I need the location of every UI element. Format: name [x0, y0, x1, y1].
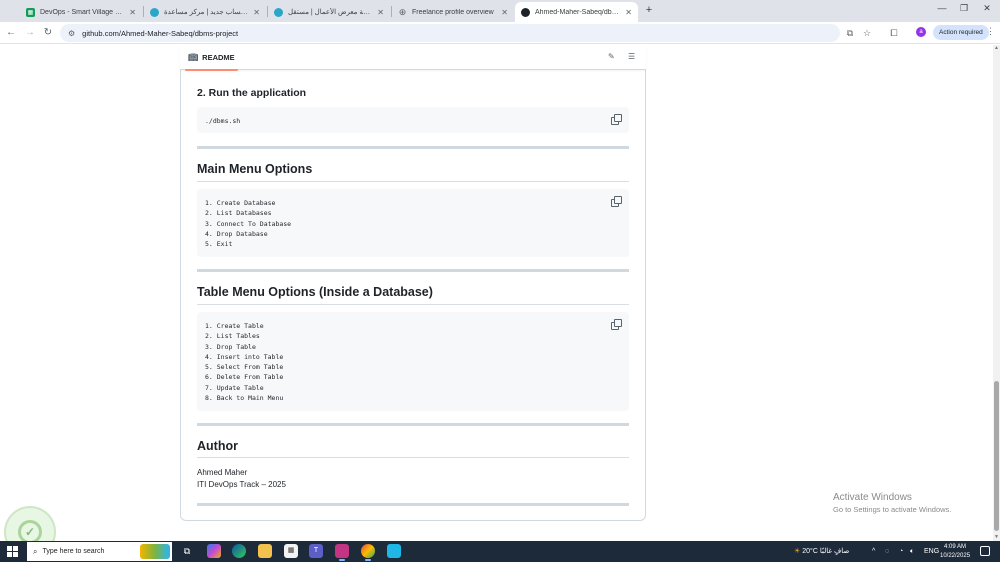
- sheets-icon: ▦: [26, 7, 35, 17]
- bookmark-star-icon[interactable]: ☆: [860, 26, 874, 40]
- search-highlight-image: [140, 544, 170, 559]
- copilot-icon[interactable]: [207, 544, 221, 558]
- scroll-down-arrow-icon[interactable]: ▼: [993, 534, 1000, 541]
- author-name: Ahmed Maher: [197, 468, 248, 477]
- readme-tab[interactable]: 📖︎ README: [185, 45, 238, 71]
- search-icon: ⌕: [33, 546, 38, 556]
- url-text: github.com/Ahmed-Maher-Sabeq/dbms-projec…: [82, 28, 239, 38]
- activate-windows-watermark: Activate Windows Go to Settings to activ…: [833, 492, 952, 514]
- heading-rule: [197, 457, 629, 458]
- language-indicator[interactable]: ENG: [924, 541, 939, 562]
- file-explorer-icon[interactable]: [258, 544, 272, 558]
- edit-pencil-icon[interactable]: ✎: [608, 52, 615, 61]
- teams-icon[interactable]: T: [309, 544, 323, 558]
- scroll-up-arrow-icon[interactable]: ▲: [993, 45, 1000, 52]
- copy-icon[interactable]: [611, 319, 622, 330]
- main-menu-heading: Main Menu Options: [197, 162, 313, 176]
- close-tab-icon[interactable]: ✕: [501, 8, 508, 17]
- table-menu-code: 1. Create Table 2. List Tables 3. Drop T…: [205, 322, 284, 403]
- windows-start-icon[interactable]: [7, 546, 18, 557]
- author-heading: Author: [197, 439, 238, 453]
- main-menu-code-block: 1. Create Database 2. List Databases 3. …: [197, 189, 629, 257]
- heading-rule: [197, 181, 629, 182]
- main-menu-code: 1. Create Database 2. List Databases 3. …: [205, 199, 292, 249]
- tab-mostaql-help[interactable]: إنشاء حساب جديد | مركز مساعدة ✕: [144, 2, 266, 22]
- tab-devops-sheet[interactable]: ▦ DevOps - Smart Village R1-G1 ✕: [20, 2, 142, 22]
- table-menu-heading: Table Menu Options (Inside a Database): [197, 285, 433, 299]
- tab-github-dbms[interactable]: Ahmed-Maher-Sabeq/dbms-p ✕: [515, 2, 638, 22]
- section-divider: [197, 423, 629, 426]
- app-icon[interactable]: [335, 544, 349, 561]
- extensions-icon[interactable]: ⧠: [887, 26, 901, 40]
- copy-icon[interactable]: [611, 114, 622, 125]
- restore-icon[interactable]: ❐: [957, 3, 971, 14]
- section-divider: [197, 146, 629, 149]
- browser-toolbar: ← → ↻ ⚙ github.com/Ahmed-Maher-Sabeq/dbm…: [0, 22, 1000, 44]
- network-icon[interactable]: ◔: [899, 541, 903, 562]
- edge-icon[interactable]: [232, 544, 246, 558]
- close-tab-icon[interactable]: ✕: [253, 8, 260, 17]
- tray-sync-icon[interactable]: ◌: [885, 541, 889, 562]
- table-menu-code-block: 1. Create Table 2. List Tables 3. Drop T…: [197, 312, 629, 411]
- store-icon[interactable]: ▦: [284, 544, 298, 558]
- taskbar-search-box[interactable]: ⌕ Type here to search: [27, 542, 172, 561]
- notification-icon[interactable]: [980, 546, 990, 556]
- page-scrollbar[interactable]: ▲ ▼: [993, 45, 1000, 541]
- readme-header: 📖︎ README ✎ ☰: [180, 45, 646, 71]
- tab-freelance-profile[interactable]: ⊕ Freelance profile overview ✕: [392, 2, 514, 22]
- close-tab-icon[interactable]: ✕: [129, 8, 136, 17]
- weather-widget[interactable]: ☀ 20°C صافٍ غالبًا: [794, 541, 849, 562]
- reload-icon[interactable]: ↻: [41, 26, 55, 40]
- more-menu-icon[interactable]: ⋮: [986, 26, 995, 37]
- tab-strip: ▦ DevOps - Smart Village R1-G1 ✕ إنشاء ح…: [0, 0, 1000, 22]
- chrome-icon[interactable]: [361, 544, 375, 561]
- site-info-icon[interactable]: ⚙: [68, 29, 75, 38]
- new-tab-button[interactable]: +: [642, 3, 656, 17]
- messenger-icon[interactable]: [387, 544, 401, 558]
- author-track: ITI DevOps Track – 2025: [197, 480, 286, 489]
- forward-icon[interactable]: →: [23, 26, 37, 40]
- globe-icon: ⊕: [398, 6, 407, 17]
- close-window-icon[interactable]: ✕: [980, 3, 994, 14]
- system-clock[interactable]: 4:09 AM 10/22/2025: [940, 543, 970, 560]
- close-tab-icon[interactable]: ✕: [625, 8, 632, 17]
- mostaql-icon: [150, 7, 159, 17]
- back-icon[interactable]: ←: [4, 26, 18, 40]
- minimize-icon[interactable]: —: [935, 3, 949, 13]
- mostaql-icon: [274, 7, 283, 17]
- action-required-button[interactable]: Action required: [933, 25, 989, 40]
- install-app-icon[interactable]: ⧉: [843, 26, 857, 40]
- run-code-block: ./dbms.sh: [197, 107, 629, 133]
- page-content: 📖︎ README ✎ ☰ 2. Run the application ./d…: [0, 45, 993, 541]
- profile-avatar[interactable]: a: [916, 27, 926, 37]
- weather-icon: ☀: [794, 548, 801, 555]
- tray-chevron-icon[interactable]: ^: [872, 541, 875, 562]
- volume-icon[interactable]: 🔈︎: [910, 541, 914, 562]
- section-divider: [197, 269, 629, 272]
- tab-mostaql-portfolio[interactable]: إضافة معرض الأعمال | مستقل ✕: [268, 2, 390, 22]
- run-code: ./dbms.sh: [205, 117, 241, 125]
- copy-icon[interactable]: [611, 196, 622, 207]
- address-bar[interactable]: ⚙ github.com/Ahmed-Maher-Sabeq/dbms-proj…: [60, 24, 840, 42]
- task-view-icon[interactable]: ⧉: [180, 544, 194, 558]
- run-heading: 2. Run the application: [197, 87, 307, 99]
- outline-list-icon[interactable]: ☰: [628, 52, 635, 61]
- section-divider: [197, 503, 629, 506]
- book-icon: 📖︎: [188, 53, 199, 62]
- windows-taskbar: ⌕ Type here to search ⧉ ▦ T ☀ 20°C صافٍ …: [0, 541, 1000, 562]
- heading-rule: [197, 304, 629, 305]
- github-icon: [521, 7, 530, 17]
- close-tab-icon[interactable]: ✕: [377, 8, 384, 17]
- scroll-thumb[interactable]: [994, 381, 999, 531]
